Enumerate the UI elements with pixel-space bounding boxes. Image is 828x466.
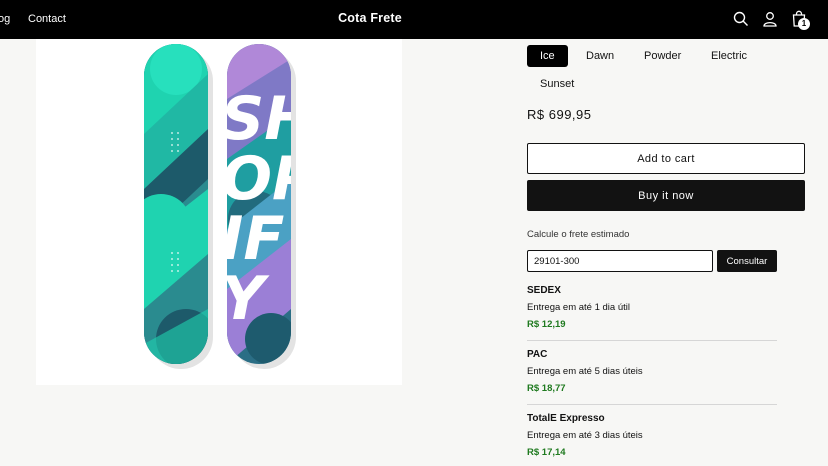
cart-count-badge: 1 [798,18,810,30]
board-graphic-text-4: Y [221,264,270,334]
shipping-option-price: R$ 17,14 [527,447,566,458]
variant-sunset[interactable]: Sunset [527,73,587,95]
shipping-option-eta: Entrega em até 5 dias úteis [527,366,643,377]
snowboard-back [144,44,208,364]
product-image[interactable]: SH OP IF Y [36,39,402,385]
divider [527,340,777,341]
shipping-option-name: PAC [527,349,548,360]
cart-icon[interactable]: 1 [788,8,810,30]
shipping-option-eta: Entrega em até 3 dias úteis [527,430,643,441]
account-icon[interactable] [759,8,781,30]
shipping-option-eta: Entrega em até 1 dia útil [527,302,630,313]
variant-electric[interactable]: Electric [698,45,760,67]
consult-button[interactable]: Consultar [717,250,777,272]
shipping-option-price: R$ 12,19 [527,319,566,330]
shipping-option-price: R$ 18,77 [527,383,566,394]
variant-dawn[interactable]: Dawn [573,45,627,67]
add-to-cart-button[interactable]: Add to cart [527,143,805,174]
search-icon[interactable] [730,8,752,30]
variant-powder[interactable]: Powder [631,45,694,67]
product-price: R$ 699,95 [527,107,592,122]
variant-ice[interactable]: Ice [527,45,568,67]
cep-input[interactable] [527,250,713,272]
divider [527,404,777,405]
store-brand[interactable]: Cota Frete [0,11,740,25]
snowboard-front: SH OP IF Y [221,44,291,364]
site-header: og Contact Cota Frete 1 [0,0,828,39]
shipping-option-name: SEDEX [527,285,561,296]
shipping-option-name: TotalE Expresso [527,413,605,424]
shipping-calculator-title: Calcule o frete estimado [527,229,630,240]
buy-now-button[interactable]: Buy it now [527,180,805,211]
